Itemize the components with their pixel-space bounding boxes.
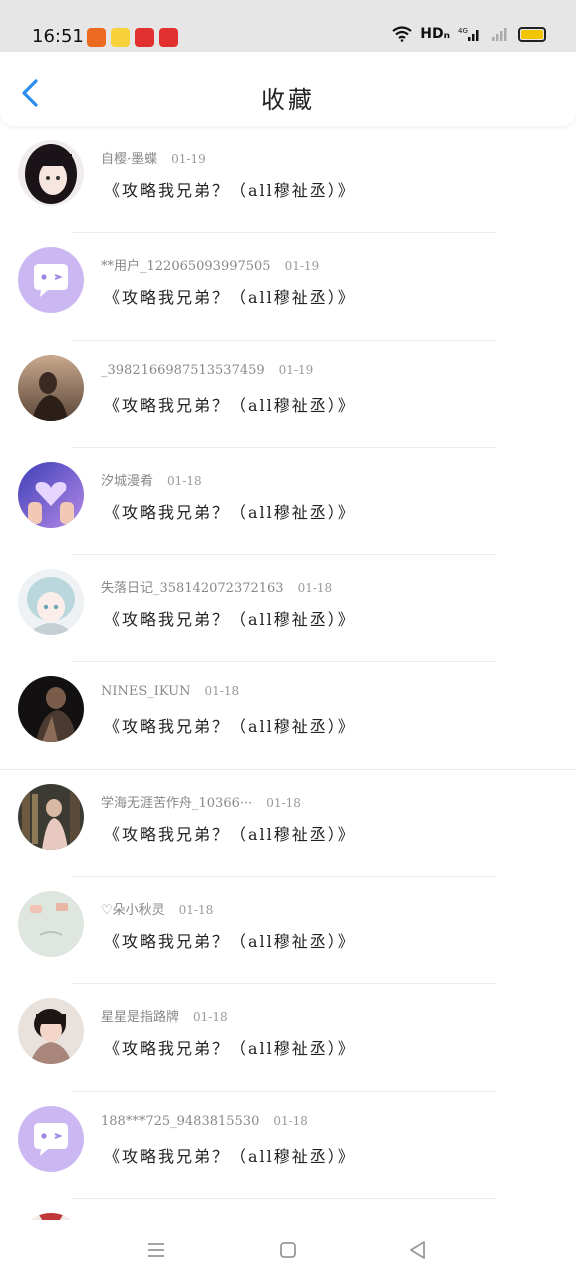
menu-icon[interactable] — [144, 1238, 168, 1262]
story-title[interactable]: 《攻略我兄弟？（all穆祉丞）》 — [104, 821, 356, 845]
list-item[interactable]: **用户_122065093997505 01-19 《攻略我兄弟？（all穆祉丞… — [0, 233, 576, 341]
date: 01-18 — [178, 903, 214, 918]
story-title[interactable]: 《攻略我兄弟？（all穆祉丞）》 — [104, 928, 356, 952]
list-item[interactable]: 星星是指路牌 01-18 《攻略我兄弟？（all穆祉丞）》 — [0, 984, 576, 1092]
signal-no-sim-icon — [492, 28, 507, 41]
user-name: 188***725_9483815530 — [101, 1113, 260, 1129]
story-title[interactable]: 《攻略我兄弟？（all穆祉丞）》 — [104, 1143, 356, 1167]
user-name: 自樱·墨蝶 — [101, 152, 158, 167]
pinduoduo-app-icon-2 — [159, 28, 178, 47]
list-item[interactable]: 188***725_9483815530 01-18 《攻略我兄弟？（all穆祉丞… — [0, 1092, 576, 1199]
list-item[interactable]: 自樱·墨蝶 01-19 《攻略我兄弟？（all穆祉丞）》 — [0, 126, 576, 234]
list-item-partial[interactable] — [0, 1199, 576, 1220]
list-item[interactable]: 失落日记_3581420723721​63 01-18 《攻略我兄弟？（all穆祉… — [0, 555, 576, 663]
list-item[interactable]: 学海无涯苦作舟_10366··· 01-18 《攻略我兄弟？（all穆祉丞）》 — [0, 770, 576, 878]
user-name: 星星是指路牌 — [101, 1010, 180, 1026]
date: 01-18 — [273, 1113, 308, 1128]
date: 01-18 — [193, 1010, 228, 1025]
user-name: _3982166987513537459 — [101, 362, 265, 378]
story-title[interactable]: 《攻略我兄弟？（all穆祉丞）》 — [104, 1035, 356, 1059]
header: 收藏 — [0, 52, 576, 126]
user-name: 学海无涯苦作舟_10366··· — [101, 795, 253, 811]
avatar[interactable] — [18, 461, 84, 528]
svg-text:4G: 4G — [458, 27, 468, 35]
pinduoduo-app-icon — [135, 28, 154, 47]
list-item[interactable]: 汐城漫肴 01-18 《攻略我兄弟？（all穆祉丞）》 — [0, 448, 576, 556]
wifi-icon — [392, 26, 412, 42]
date: 01-19 — [171, 152, 206, 166]
avatar[interactable] — [18, 1212, 84, 1220]
date: 01-18 — [204, 684, 240, 699]
story-title[interactable]: 《攻略我兄弟？（all穆祉丞）》 — [104, 499, 356, 523]
avatar[interactable] — [18, 140, 84, 206]
system-nav-bar — [0, 1220, 576, 1280]
list-item[interactable]: ♡朵小秋灵 01-18 《攻略我兄弟？（all穆祉丞）》 — [0, 877, 576, 985]
home-square-icon[interactable] — [276, 1238, 300, 1262]
user-name: NINES_IKUN — [101, 684, 191, 700]
date: 01-18 — [167, 473, 202, 488]
hd-label: HDₙ — [420, 26, 450, 42]
page-title: 收藏 — [261, 86, 315, 114]
battery-icon — [518, 26, 546, 42]
user-name: 失落日记_3581420723721​63 — [101, 581, 284, 597]
meituan-app-icon — [111, 28, 130, 47]
story-title[interactable]: 《攻略我兄弟？（all穆祉丞）》 — [104, 606, 356, 630]
story-title[interactable]: 《攻略我兄弟？（all穆祉丞）》 — [104, 392, 356, 416]
user-name: **用户_122065093997505 — [101, 259, 271, 275]
avatar[interactable] — [18, 676, 84, 743]
taobao-app-icon — [87, 28, 106, 47]
avatar[interactable] — [18, 569, 84, 636]
avatar[interactable] — [18, 891, 84, 958]
user-name: ♡朵小秋灵 — [101, 903, 165, 919]
avatar[interactable] — [18, 1105, 84, 1172]
list-item[interactable]: _3982166987513537459 01-19 《攻略我兄弟？（all穆祉丞… — [0, 341, 576, 448]
story-title[interactable]: 《攻略我兄弟？（all穆祉丞）》 — [104, 177, 356, 201]
date: 01-19 — [278, 362, 314, 377]
back-triangle-icon[interactable] — [406, 1238, 430, 1262]
date: 01-19 — [284, 259, 320, 274]
story-title[interactable]: 《攻略我兄弟？（all穆祉丞）》 — [104, 284, 356, 308]
status-time: 16:51 — [32, 26, 84, 47]
date: 01-18 — [297, 581, 333, 596]
avatar[interactable] — [18, 247, 84, 314]
date: 01-18 — [266, 795, 301, 810]
avatar[interactable] — [18, 354, 84, 421]
list-item[interactable]: NINES_IKUN 01-18 《攻略我兄弟？（all穆祉丞）》 — [0, 662, 576, 770]
status-bar: 16:51 HDₙ 4G — [0, 0, 576, 52]
signal-4g-icon: 4G — [458, 27, 479, 41]
avatar[interactable] — [18, 783, 84, 850]
avatar[interactable] — [18, 998, 84, 1065]
user-name: 汐城漫肴 — [101, 473, 154, 489]
story-title[interactable]: 《攻略我兄弟？（all穆祉丞）》 — [104, 713, 356, 737]
favorites-list: 自樱·墨蝶 01-19 《攻略我兄弟？（all穆祉丞）》 **用户_1220650… — [0, 126, 576, 1220]
